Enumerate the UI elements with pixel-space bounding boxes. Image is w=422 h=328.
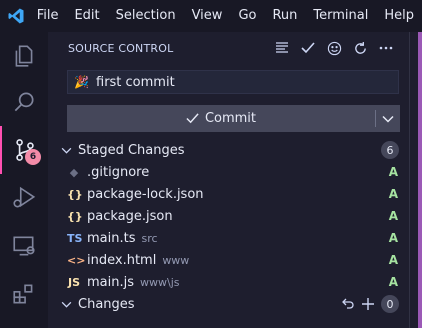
gitignore-file-icon: ◆ bbox=[69, 165, 79, 179]
chevron-down-icon bbox=[382, 115, 394, 123]
commit-dropdown-button[interactable] bbox=[376, 105, 400, 132]
changes-label: Changes bbox=[78, 296, 135, 312]
json-file-icon: {} bbox=[67, 209, 83, 223]
editor-edge bbox=[418, 32, 422, 328]
file-dir: www\js bbox=[140, 275, 180, 289]
menu-go[interactable]: Go bbox=[230, 0, 264, 32]
search-button[interactable] bbox=[0, 78, 48, 126]
json-file-icon: {} bbox=[67, 187, 83, 201]
menu-file[interactable]: File bbox=[32, 0, 67, 32]
chevron-down-icon bbox=[58, 142, 74, 158]
list-item[interactable]: TS main.ts src A bbox=[48, 227, 409, 249]
changes-header[interactable]: Changes 0 bbox=[48, 293, 409, 315]
panel-header: SOURCE CONTROL bbox=[48, 32, 409, 64]
check-icon bbox=[186, 113, 199, 124]
panel-title: SOURCE CONTROL bbox=[68, 41, 174, 55]
list-item[interactable]: ◆ .gitignore A bbox=[48, 161, 409, 183]
commit-button[interactable]: Commit bbox=[67, 105, 400, 132]
run-debug-icon bbox=[13, 186, 36, 208]
source-control-badge: 6 bbox=[25, 149, 41, 165]
file-status: A bbox=[388, 187, 398, 201]
view-as-list-icon[interactable] bbox=[271, 37, 293, 59]
check-icon[interactable] bbox=[297, 37, 319, 59]
menu-terminal[interactable]: Terminal bbox=[305, 0, 376, 32]
menu-view[interactable]: View bbox=[184, 0, 231, 32]
file-status: A bbox=[388, 165, 398, 179]
discard-icon[interactable] bbox=[341, 297, 355, 311]
smiley-icon[interactable] bbox=[323, 37, 345, 59]
explorer-button[interactable] bbox=[0, 32, 48, 80]
file-dir: src bbox=[141, 231, 158, 245]
staged-changes-label: Staged Changes bbox=[78, 142, 185, 158]
typescript-file-icon: TS bbox=[67, 231, 83, 245]
file-name: main.js bbox=[87, 274, 134, 290]
file-name: .gitignore bbox=[87, 164, 150, 180]
explorer-icon bbox=[15, 45, 33, 67]
refresh-icon[interactable] bbox=[349, 37, 371, 59]
staged-count-badge: 6 bbox=[381, 141, 399, 159]
changes-count-badge: 0 bbox=[381, 295, 399, 313]
file-name: package.json bbox=[87, 208, 173, 224]
menu-bar: File Edit Selection View Go Run Terminal… bbox=[0, 0, 422, 32]
commit-label: Commit bbox=[204, 111, 257, 126]
commit-message-input[interactable]: 🎉 first commit bbox=[67, 70, 399, 94]
run-debug-button[interactable] bbox=[0, 174, 48, 222]
remote-explorer-button[interactable] bbox=[0, 222, 48, 270]
extensions-button[interactable] bbox=[0, 270, 48, 318]
list-item[interactable]: {} package.json A bbox=[48, 205, 409, 227]
more-icon[interactable] bbox=[375, 37, 397, 59]
vscode-logo-icon bbox=[0, 0, 32, 32]
file-status: A bbox=[388, 209, 398, 223]
file-status: A bbox=[388, 231, 398, 245]
list-item[interactable]: {} package-lock.json A bbox=[48, 183, 409, 205]
source-control-button[interactable]: 6 bbox=[0, 126, 48, 174]
file-dir: www bbox=[162, 253, 190, 267]
file-name: index.html bbox=[87, 252, 157, 268]
extensions-icon bbox=[13, 284, 33, 304]
chevron-down-icon bbox=[58, 296, 74, 312]
list-item[interactable]: <> index.html www A bbox=[48, 249, 409, 271]
file-name: package-lock.json bbox=[87, 186, 204, 202]
party-popper-icon: 🎉 bbox=[74, 75, 89, 89]
commit-message-text: first commit bbox=[96, 74, 175, 90]
file-name: main.ts bbox=[87, 230, 136, 246]
menu-selection[interactable]: Selection bbox=[108, 0, 184, 32]
staged-changes-header[interactable]: Staged Changes 6 bbox=[48, 139, 409, 161]
plus-icon[interactable] bbox=[361, 297, 375, 311]
source-control-panel: SOURCE CONTROL 🎉 first commit Commit Sta… bbox=[48, 32, 409, 328]
html-file-icon: <> bbox=[67, 253, 86, 267]
remote-explorer-icon bbox=[13, 236, 35, 256]
list-item[interactable]: JS main.js www\js A bbox=[48, 271, 409, 293]
file-status: A bbox=[388, 275, 398, 289]
activity-bar: 6 bbox=[0, 32, 48, 328]
search-icon bbox=[14, 92, 34, 112]
menu-help[interactable]: Help bbox=[376, 0, 422, 32]
file-status: A bbox=[388, 253, 398, 267]
menu-edit[interactable]: Edit bbox=[66, 0, 107, 32]
javascript-file-icon: JS bbox=[67, 275, 80, 289]
menu-run[interactable]: Run bbox=[264, 0, 305, 32]
commit-action[interactable]: Commit bbox=[67, 105, 375, 132]
